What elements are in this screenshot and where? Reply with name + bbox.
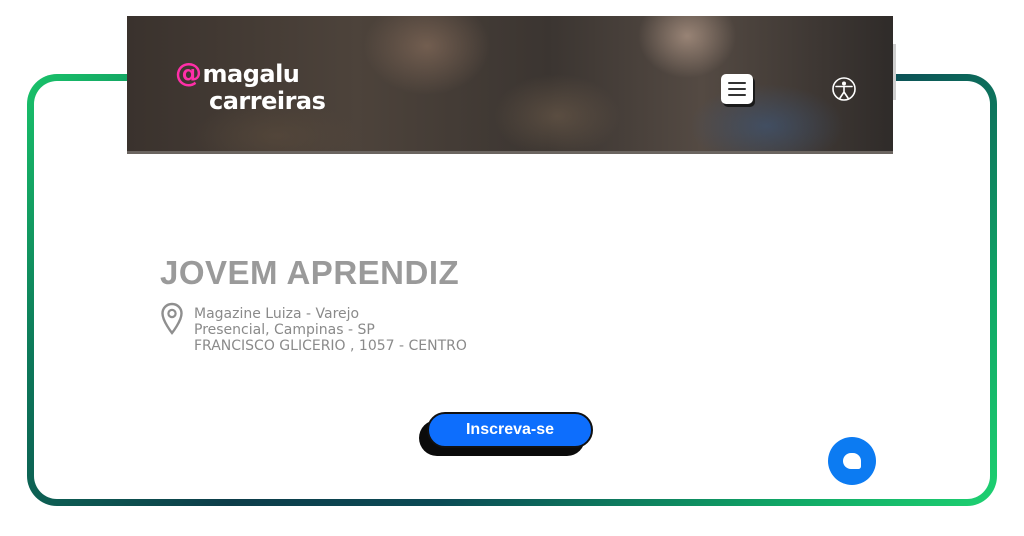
job-title: JOVEM APRENDIZ xyxy=(160,254,460,291)
hamburger-menu-icon[interactable] xyxy=(721,74,753,104)
hero-banner: @ magalu carreiras xyxy=(127,16,893,154)
job-details: Magazine Luiza - Varejo Presencial, Camp… xyxy=(194,306,467,354)
job-mode-location: Presencial, Campinas - SP xyxy=(194,322,375,338)
menu-line xyxy=(728,94,746,96)
apply-button[interactable]: Inscreva-se xyxy=(427,412,593,448)
logo-magalu: magalu xyxy=(202,59,300,88)
menu-line xyxy=(728,82,746,84)
logo-at-symbol: @ xyxy=(175,58,202,89)
logo-row-1: @ magalu xyxy=(175,60,325,87)
accessibility-icon[interactable] xyxy=(831,76,857,102)
map-pin-icon xyxy=(161,302,183,335)
chat-bubble-icon xyxy=(843,453,861,469)
menu-line xyxy=(728,88,746,90)
page-panel: @ magalu carreiras JOVEM APRENDIZ Magazi… xyxy=(127,16,893,494)
chat-button[interactable] xyxy=(828,437,876,485)
job-company: Magazine Luiza - Varejo xyxy=(194,306,360,322)
job-address: FRANCISCO GLICERIO , 1057 - CENTRO xyxy=(194,338,467,354)
magalu-carreiras-logo[interactable]: @ magalu carreiras xyxy=(175,60,326,115)
logo-carreiras: carreiras xyxy=(209,87,326,115)
scrollbar[interactable] xyxy=(893,44,896,100)
